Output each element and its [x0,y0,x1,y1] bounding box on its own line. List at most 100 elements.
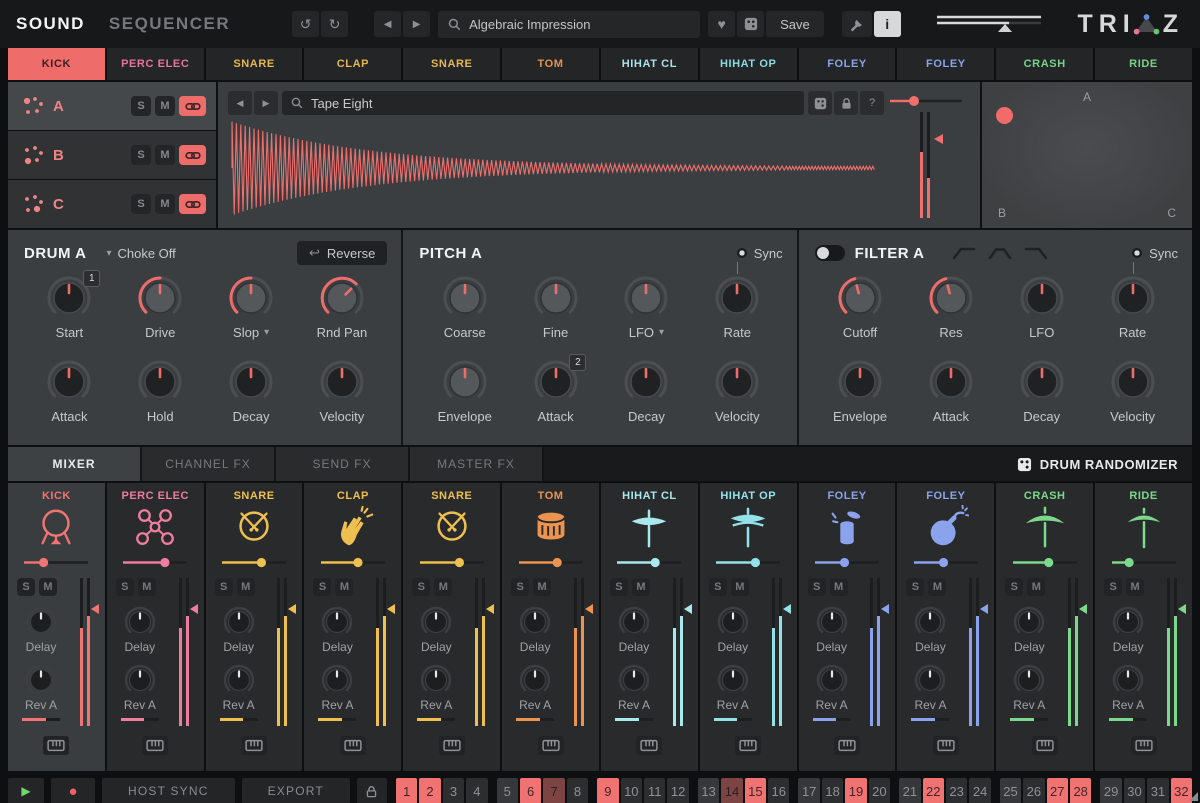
knob-envelope[interactable]: Envelope [419,352,510,436]
channel-solo-button[interactable]: S [906,578,924,596]
delay-send-knob[interactable]: Delay [210,604,268,654]
mixer-tab-master-fx[interactable]: MASTER FX [410,447,544,481]
knob-dial[interactable] [223,356,279,411]
channel-mute-button[interactable]: M [533,578,551,596]
knob-dial[interactable] [528,272,584,327]
highpass-filter-icon[interactable] [952,246,976,260]
knob-start[interactable]: 1Start [24,268,115,352]
channel-pan-slider[interactable] [1109,556,1179,574]
knob-drive[interactable]: Drive [115,268,206,352]
channel-solo-button[interactable]: S [412,578,430,596]
step-11[interactable]: 11 [644,778,665,803]
delay-send-knob[interactable]: Delay [12,604,70,654]
channel-solo-button[interactable]: S [610,578,628,596]
layer-volume-slider[interactable] [888,94,964,108]
channel-solo-button[interactable]: S [709,578,727,596]
knob-dial[interactable] [832,272,888,327]
layer-mute-button[interactable]: M [155,145,175,165]
knob-dial[interactable] [437,356,493,411]
mixer-channel-perc-elec-1[interactable]: PERC ELECSMDelayRev A [107,483,204,771]
prev-sample-button[interactable]: ◀ [228,91,252,115]
reverb-send-knob[interactable]: Rev A [12,662,70,712]
knob-dial[interactable] [223,272,279,327]
mixer-channel-hihat-op-7[interactable]: HIHAT OPSMDelayRev A [700,483,797,771]
drum-tab-ride-11[interactable]: RIDE [1095,48,1192,80]
channel-level-handle[interactable] [783,604,791,614]
drum-randomizer-button[interactable]: DRUM RANDOMIZER [1017,447,1192,481]
keyboard-map-button[interactable] [1032,736,1058,755]
channel-solo-button[interactable]: S [116,578,134,596]
delay-send-knob[interactable]: Delay [506,604,564,654]
prev-preset-button[interactable]: ◀ [374,11,401,37]
layer-mute-button[interactable]: M [155,96,175,116]
mixer-channel-foley-9[interactable]: FOLEYSMDelayRev A [897,483,994,771]
step-10[interactable]: 10 [621,778,642,803]
step-12[interactable]: 12 [667,778,688,803]
channel-mute-button[interactable]: M [138,578,156,596]
channel-level-handle[interactable] [91,604,99,614]
channel-solo-button[interactable]: S [808,578,826,596]
knob-attack[interactable]: Attack [905,352,996,436]
mixer-tab-send-fx[interactable]: SEND FX [276,447,410,481]
redo-button[interactable]: ↻ [321,11,348,37]
step-18[interactable]: 18 [822,778,843,803]
favorite-button[interactable]: ♥ [708,11,735,37]
step-19[interactable]: 19 [845,778,866,803]
delay-send-knob[interactable]: Delay [308,604,366,654]
tab-sequencer[interactable]: SEQUENCER [109,14,230,34]
export-button[interactable]: EXPORT [242,778,350,803]
delay-send-knob[interactable]: Delay [1099,604,1157,654]
knob-dial[interactable] [923,356,979,411]
mixer-channel-crash-10[interactable]: CRASHSMDelayRev A [996,483,1093,771]
filter-sync-toggle[interactable]: Sync [1132,246,1178,261]
layer-solo-button[interactable]: S [131,96,151,116]
channel-mute-button[interactable]: M [928,578,946,596]
keyboard-map-button[interactable] [439,736,465,755]
knob-dial[interactable] [314,356,370,411]
step-13[interactable]: 13 [698,778,719,803]
step-26[interactable]: 26 [1023,778,1044,803]
help-button[interactable]: ? [860,91,884,115]
step-27[interactable]: 27 [1047,778,1068,803]
knob-dial[interactable] [1014,356,1070,411]
drum-tab-crash-10[interactable]: CRASH [996,48,1093,80]
random-sample-button[interactable] [808,91,832,115]
blend-cursor[interactable] [996,107,1013,124]
knob-rnd-pan[interactable]: Rnd Pan [296,268,387,352]
keyboard-map-button[interactable] [834,736,860,755]
undo-button[interactable]: ↺ [292,11,319,37]
layer-solo-button[interactable]: S [131,145,151,165]
keyboard-map-button[interactable] [538,736,564,755]
waveform-display[interactable] [228,116,884,222]
delay-send-knob[interactable]: Delay [803,604,861,654]
knob-attack[interactable]: Attack [24,352,115,436]
drum-tab-clap-3[interactable]: CLAP [304,48,401,80]
knob-dial[interactable] [618,272,674,327]
knob-attack[interactable]: 2Attack [510,352,601,436]
layer-blend-pad[interactable]: A B C [982,82,1192,228]
step-5[interactable]: 5 [497,778,518,803]
drum-tab-kick-0[interactable]: KICK [8,48,105,80]
channel-mute-button[interactable]: M [237,578,255,596]
record-button[interactable]: ● [51,778,95,803]
lowpass-filter-icon[interactable] [1024,246,1048,260]
choke-dropdown[interactable]: ▾Choke Off [106,246,175,261]
reverb-send-knob[interactable]: Rev A [111,662,169,712]
reverse-button[interactable]: ↩Reverse [297,241,387,265]
bandpass-filter-icon[interactable] [988,246,1012,260]
channel-level-handle[interactable] [486,604,494,614]
knob-hold[interactable]: Hold [115,352,206,436]
step-15[interactable]: 15 [745,778,766,803]
mixer-channel-foley-8[interactable]: FOLEYSMDelayRev A [799,483,896,771]
knob-fine[interactable]: Fine [510,268,601,352]
reverb-send-knob[interactable]: Rev A [210,662,268,712]
step-8[interactable]: 8 [567,778,588,803]
step-31[interactable]: 31 [1147,778,1168,803]
channel-level-handle[interactable] [288,604,296,614]
delay-send-knob[interactable]: Delay [1000,604,1058,654]
mixer-tab-channel-fx[interactable]: CHANNEL FX [142,447,276,481]
channel-level-handle[interactable] [585,604,593,614]
layer-link-button[interactable] [179,145,206,165]
channel-pan-slider[interactable] [713,556,783,574]
reverb-send-knob[interactable]: Rev A [704,662,762,712]
